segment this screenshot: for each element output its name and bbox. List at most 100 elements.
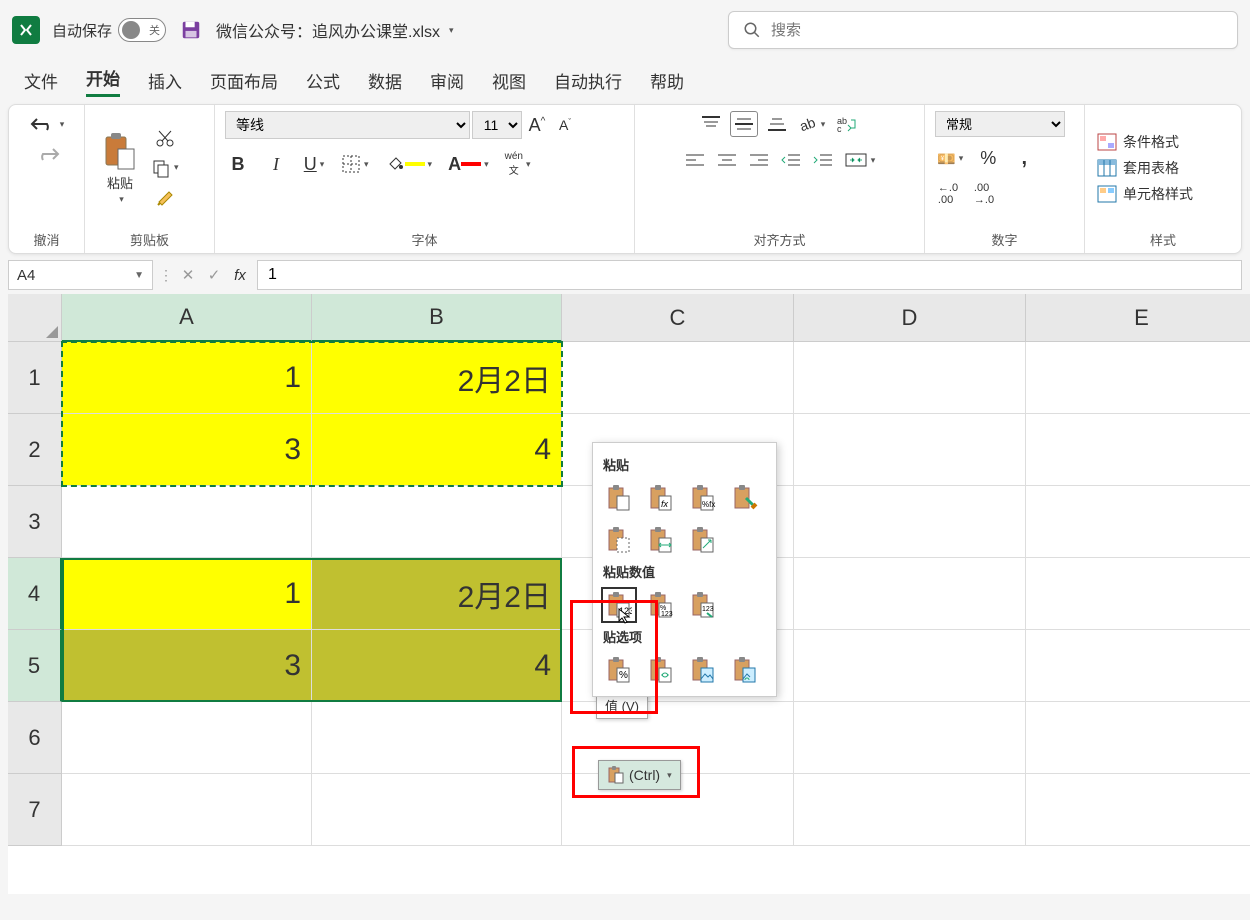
search-box[interactable]	[728, 11, 1238, 49]
paste-linked-picture-button[interactable]	[727, 652, 763, 688]
paste-link-button[interactable]	[643, 652, 679, 688]
decrease-indent-button[interactable]	[778, 147, 804, 173]
col-header-B[interactable]: B	[312, 294, 562, 342]
confirm-formula-button[interactable]: ✓	[203, 264, 225, 286]
row-header-1[interactable]: 1	[8, 342, 62, 414]
cell-A6[interactable]	[62, 702, 312, 774]
autosave-toggle[interactable]: 自动保存 关	[52, 18, 166, 42]
bold-button[interactable]: B	[225, 151, 251, 177]
merge-button[interactable]: ▾	[842, 147, 878, 173]
cell-D2[interactable]	[794, 414, 1026, 486]
format-painter-button[interactable]	[152, 185, 178, 211]
row-header-3[interactable]: 3	[8, 486, 62, 558]
tab-data[interactable]: 数据	[368, 66, 402, 95]
paste-transpose-button[interactable]	[685, 522, 721, 558]
undo-button[interactable]: ▾	[27, 111, 67, 137]
tab-formulas[interactable]: 公式	[306, 66, 340, 95]
decrease-font-button[interactable]: Aˇ	[552, 112, 578, 138]
cell-E6[interactable]	[1026, 702, 1250, 774]
cell-D6[interactable]	[794, 702, 1026, 774]
cell-B6[interactable]	[312, 702, 562, 774]
tab-review[interactable]: 审阅	[430, 66, 464, 95]
cell-D4[interactable]	[794, 558, 1026, 630]
cell-B2[interactable]: 4	[312, 414, 562, 486]
paste-all-button[interactable]	[601, 480, 637, 516]
cell-D3[interactable]	[794, 486, 1026, 558]
redo-button[interactable]	[31, 141, 63, 167]
font-name-select[interactable]: 等线	[225, 111, 470, 139]
font-size-select[interactable]: 11	[472, 111, 522, 139]
currency-button[interactable]: 💴▾	[935, 146, 965, 172]
paste-values-source-formatting-button[interactable]: 123	[685, 587, 721, 623]
cell-B4[interactable]: 2月2日	[312, 558, 562, 630]
filename-dropdown[interactable]: 微信公众号：追风办公课堂.xlsx ▾	[216, 18, 454, 42]
phonetic-button[interactable]: wén文▾	[503, 149, 533, 179]
row-header-4[interactable]: 4	[8, 558, 62, 630]
cell-D5[interactable]	[794, 630, 1026, 702]
cell-E1[interactable]	[1026, 342, 1250, 414]
spreadsheet-grid[interactable]: A B C D E 1 2 3 4 5 6 7 1 2月2日 3 4 1 2月2…	[8, 294, 1250, 894]
paste-formulas-button[interactable]: fx	[643, 480, 679, 516]
wrap-text-button[interactable]: abc	[833, 111, 861, 137]
row-header-7[interactable]: 7	[8, 774, 62, 846]
cell-A4[interactable]: 1	[62, 558, 312, 630]
paste-formulas-number-button[interactable]: %fx	[685, 480, 721, 516]
tab-insert[interactable]: 插入	[148, 66, 182, 95]
save-button[interactable]	[178, 17, 204, 43]
search-input[interactable]	[771, 22, 1223, 39]
paste-values-number-formatting-button[interactable]: %123	[643, 587, 679, 623]
toggle-switch[interactable]: 关	[118, 18, 166, 42]
align-top-button[interactable]	[698, 111, 724, 137]
number-format-select[interactable]: 常规	[935, 111, 1065, 137]
col-header-C[interactable]: C	[562, 294, 794, 342]
paste-ctrl-badge[interactable]: (Ctrl) ▾	[598, 760, 681, 790]
cell-A3[interactable]	[62, 486, 312, 558]
decrease-decimal-button[interactable]: .00→.0	[971, 180, 997, 208]
conditional-formatting-button[interactable]: 条件格式	[1095, 130, 1195, 154]
tab-automate[interactable]: 自动执行	[554, 66, 622, 95]
copy-button[interactable]: ▾	[149, 155, 181, 181]
cell-B7[interactable]	[312, 774, 562, 846]
cell-E4[interactable]	[1026, 558, 1250, 630]
formula-input[interactable]	[257, 260, 1242, 290]
cell-E7[interactable]	[1026, 774, 1250, 846]
percent-button[interactable]: %	[975, 146, 1001, 172]
increase-decimal-button[interactable]: ←.0.00	[935, 180, 961, 208]
col-header-A[interactable]: A	[62, 294, 312, 342]
cell-styles-button[interactable]: 单元格样式	[1095, 182, 1195, 206]
cell-E5[interactable]	[1026, 630, 1250, 702]
paste-values-button[interactable]: 123	[601, 587, 637, 623]
paste-formatting-button[interactable]: %	[601, 652, 637, 688]
tab-view[interactable]: 视图	[492, 66, 526, 95]
align-left-button[interactable]	[682, 147, 708, 173]
cell-E3[interactable]	[1026, 486, 1250, 558]
align-right-button[interactable]	[746, 147, 772, 173]
paste-keep-column-width-button[interactable]	[643, 522, 679, 558]
col-header-E[interactable]: E	[1026, 294, 1250, 342]
format-as-table-button[interactable]: 套用表格	[1095, 156, 1195, 180]
fx-button[interactable]: fx	[229, 264, 251, 286]
border-button[interactable]: ▾	[339, 151, 371, 177]
col-header-D[interactable]: D	[794, 294, 1026, 342]
underline-button[interactable]: U▾	[301, 151, 327, 177]
row-header-6[interactable]: 6	[8, 702, 62, 774]
row-header-5[interactable]: 5	[8, 630, 62, 702]
comma-button[interactable]: ,	[1011, 145, 1037, 172]
cut-button[interactable]	[152, 125, 178, 151]
cell-B3[interactable]	[312, 486, 562, 558]
align-center-button[interactable]	[714, 147, 740, 173]
cell-C1[interactable]	[562, 342, 794, 414]
fill-color-button[interactable]: ▾	[383, 151, 435, 177]
align-bottom-button[interactable]	[764, 111, 790, 137]
cell-D7[interactable]	[794, 774, 1026, 846]
font-color-button[interactable]: A▾	[446, 151, 491, 177]
cell-E2[interactable]	[1026, 414, 1250, 486]
paste-button[interactable]: 粘贴 ▾	[95, 129, 145, 207]
tab-home[interactable]: 开始	[86, 63, 120, 97]
cell-B5[interactable]: 4	[312, 630, 562, 702]
name-box[interactable]: A4 ▼	[8, 260, 153, 290]
cell-A2[interactable]: 3	[62, 414, 312, 486]
cell-A7[interactable]	[62, 774, 312, 846]
paste-no-borders-button[interactable]	[601, 522, 637, 558]
cell-A1[interactable]: 1	[62, 342, 312, 414]
